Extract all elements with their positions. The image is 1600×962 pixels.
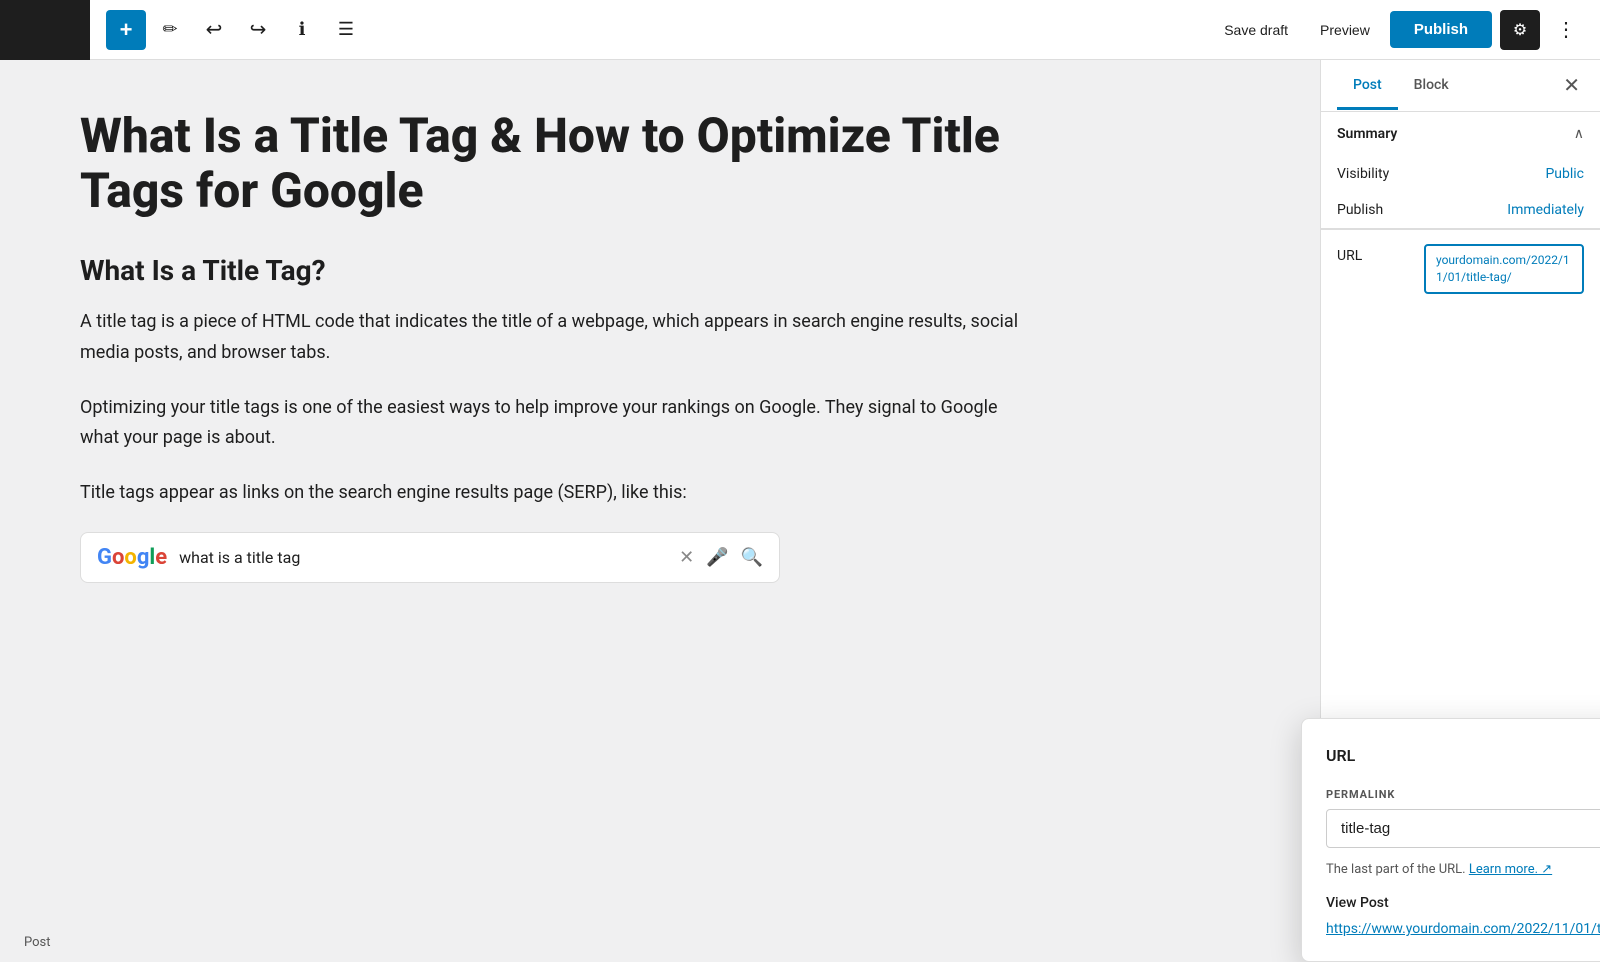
url-popup-header: URL ✕ [1326, 743, 1600, 768]
url-hint: The last part of the URL. Learn more. ↗ [1326, 860, 1600, 880]
url-popup: URL ✕ PERMALINK The last part of the URL… [1301, 718, 1600, 962]
google-mic-icon[interactable]: 🎤 [706, 547, 728, 568]
save-draft-button[interactable]: Save draft [1212, 14, 1300, 46]
google-search-icon[interactable]: 🔍 [741, 547, 763, 568]
visibility-label: Visibility [1337, 166, 1389, 182]
permalink-label: PERMALINK [1326, 788, 1600, 801]
paragraph-2[interactable]: Optimizing your title tags is one of the… [80, 393, 1020, 454]
learn-more-link[interactable]: Learn more. ↗ [1469, 862, 1552, 877]
url-hint-text: The last part of the URL. [1326, 862, 1466, 877]
url-panel-sidebar: URL yourdomain.com/2022/11/01/title-tag/ [1321, 229, 1600, 308]
tab-block[interactable]: Block [1398, 63, 1465, 110]
url-sidebar-label: URL [1337, 244, 1362, 264]
summary-section: Summary ∧ Visibility Public Publish Imme… [1321, 112, 1600, 229]
editor-content: What Is a Title Tag & How to Optimize Ti… [80, 108, 1020, 583]
toolbar-left: + ✏ ↩ ↪ ℹ ☰ [106, 10, 1208, 50]
pen-icon-button[interactable]: ✏ [150, 10, 190, 50]
url-popup-title: URL [1326, 746, 1355, 765]
tab-post[interactable]: Post [1337, 63, 1398, 110]
publish-label: Publish [1337, 202, 1383, 218]
settings-button[interactable]: ⚙ [1500, 10, 1540, 50]
url-value-box[interactable]: yourdomain.com/2022/11/01/title-tag/ [1424, 244, 1584, 294]
sidebar-tabs: Post Block ✕ [1321, 60, 1600, 112]
chevron-up-icon: ∧ [1574, 126, 1584, 142]
url-row: URL yourdomain.com/2022/11/01/title-tag/ [1337, 244, 1584, 294]
google-clear-icon[interactable]: ✕ [679, 547, 694, 568]
google-search-text: what is a title tag [179, 548, 667, 567]
more-options-button[interactable]: ⋮ [1548, 13, 1584, 46]
list-view-button[interactable]: ☰ [326, 10, 366, 50]
main-area: What Is a Title Tag & How to Optimize Ti… [0, 60, 1600, 962]
undo-button[interactable]: ↩ [194, 10, 234, 50]
toolbar: + ✏ ↩ ↪ ℹ ☰ Save draft Preview Publish ⚙… [0, 0, 1600, 60]
post-label: Post [24, 935, 51, 950]
toolbar-right: Save draft Preview Publish ⚙ ⋮ [1212, 10, 1584, 50]
paragraph-3[interactable]: Title tags appear as links on the search… [80, 478, 1020, 509]
redo-button[interactable]: ↪ [238, 10, 278, 50]
preview-button[interactable]: Preview [1308, 14, 1382, 46]
add-block-button[interactable]: + [106, 10, 146, 50]
sidebar: Post Block ✕ Summary ∧ Visibility Public… [1320, 60, 1600, 962]
post-title[interactable]: What Is a Title Tag & How to Optimize Ti… [80, 108, 1020, 218]
summary-title: Summary [1337, 126, 1397, 142]
view-post-label: View Post [1326, 895, 1600, 911]
permalink-input[interactable] [1326, 809, 1600, 848]
visibility-row: Visibility Public [1321, 156, 1600, 192]
google-search-bar: Google what is a title tag ✕ 🎤 🔍 [80, 532, 780, 583]
publish-value[interactable]: Immediately [1507, 202, 1584, 218]
section1-heading[interactable]: What Is a Title Tag? [80, 254, 1020, 287]
full-url-link[interactable]: https://www.yourdomain.com/2022/11/01/ti… [1326, 921, 1600, 937]
sidebar-close-button[interactable]: ✕ [1559, 69, 1584, 102]
publish-button[interactable]: Publish [1390, 11, 1492, 48]
info-button[interactable]: ℹ [282, 10, 322, 50]
summary-header[interactable]: Summary ∧ [1321, 112, 1600, 156]
black-box [0, 0, 90, 60]
visibility-value[interactable]: Public [1545, 166, 1584, 182]
publish-row: Publish Immediately [1321, 192, 1600, 228]
paragraph-1[interactable]: A title tag is a piece of HTML code that… [80, 307, 1020, 368]
editor-area: What Is a Title Tag & How to Optimize Ti… [0, 60, 1320, 962]
google-logo: Google [97, 545, 167, 570]
